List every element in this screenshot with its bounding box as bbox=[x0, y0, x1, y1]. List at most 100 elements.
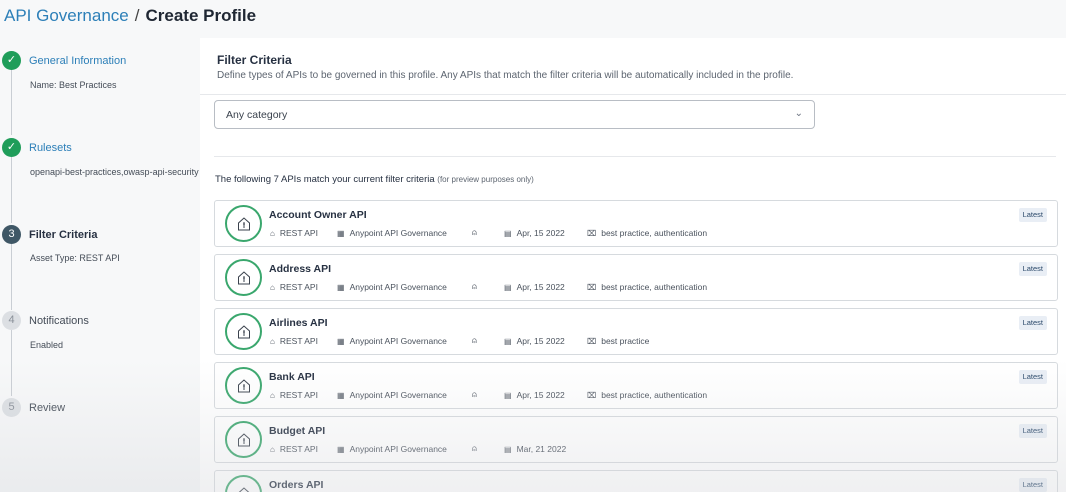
api-org: ▦ Anypoint API Governance bbox=[337, 282, 447, 292]
calendar-icon: ▤ bbox=[504, 444, 512, 454]
tag-icon: ⌧ bbox=[587, 282, 597, 292]
match-summary: The following 7 APIs match your current … bbox=[215, 174, 534, 185]
api-type-icon: ⌂ bbox=[270, 228, 275, 238]
step-4-summary: Enabled bbox=[30, 340, 64, 350]
step-5-number: 5 bbox=[2, 398, 21, 417]
latest-badge: Latest bbox=[1018, 370, 1047, 384]
api-type: ⌂ REST API bbox=[270, 390, 318, 400]
api-name[interactable]: Orders API bbox=[269, 479, 323, 491]
step-review[interactable]: Review bbox=[29, 402, 65, 414]
api-type: ⌂ REST API bbox=[270, 228, 318, 238]
step-connector bbox=[11, 244, 12, 310]
api-tags: ⌧ best practice, authentication bbox=[587, 390, 707, 400]
organization-icon: ▦ bbox=[337, 228, 345, 238]
api-type-icon: ⌂ bbox=[270, 336, 275, 346]
match-count-text: The following 7 APIs match your current … bbox=[215, 174, 435, 185]
organization-icon: ▦ bbox=[337, 444, 345, 454]
preview-note: (for preview purposes only) bbox=[437, 175, 534, 184]
tag-icon: ⌧ bbox=[587, 336, 597, 346]
api-date: ▤ Apr, 15 2022 bbox=[504, 336, 565, 346]
api-tags: ⌧ best practice bbox=[587, 336, 649, 346]
api-name[interactable]: Account Owner API bbox=[269, 209, 367, 221]
step-filter-criteria[interactable]: Filter Criteria bbox=[29, 229, 97, 241]
latest-badge: Latest bbox=[1018, 478, 1047, 492]
api-house-icon bbox=[225, 259, 262, 296]
owner-icon: ⍝ bbox=[472, 444, 482, 454]
api-date: ▤ Mar, 21 2022 bbox=[504, 444, 566, 454]
api-org: ▦ Anypoint API Governance bbox=[337, 444, 447, 454]
step-3-summary: Asset Type: REST API bbox=[30, 253, 120, 263]
tag-icon: ⌧ bbox=[587, 390, 597, 400]
calendar-icon: ▤ bbox=[504, 336, 512, 346]
step-1-check-icon: ✓ bbox=[2, 51, 21, 70]
user-icon: ⍝ bbox=[472, 390, 477, 399]
api-date-text: Apr, 15 2022 bbox=[516, 390, 565, 400]
latest-badge: Latest bbox=[1018, 424, 1047, 438]
api-name[interactable]: Budget API bbox=[269, 425, 325, 437]
api-type-text: REST API bbox=[279, 282, 318, 292]
category-dropdown[interactable]: Any category ⌄ bbox=[214, 100, 815, 129]
api-date: ▤ Apr, 15 2022 bbox=[504, 228, 565, 238]
api-org-text: Anypoint API Governance bbox=[349, 282, 447, 292]
api-tags-text: best practice, authentication bbox=[601, 282, 708, 292]
api-name[interactable]: Address API bbox=[269, 263, 331, 275]
section-header: Filter Criteria Define types of APIs to … bbox=[200, 38, 1066, 95]
step-2-summary: openapi-best-practices,owasp-api-securit… bbox=[30, 167, 199, 177]
owner-icon: ⍝ bbox=[472, 336, 482, 346]
step-rulesets[interactable]: Rulesets bbox=[29, 142, 72, 154]
section-title: Filter Criteria bbox=[217, 53, 292, 67]
tag-icon: ⌧ bbox=[587, 228, 597, 238]
api-house-icon bbox=[225, 367, 262, 404]
api-house-icon bbox=[225, 313, 262, 350]
step-general-information[interactable]: General Information bbox=[29, 55, 126, 67]
api-type: ⌂ REST API bbox=[270, 336, 318, 346]
api-card[interactable]: Orders API Latest bbox=[214, 470, 1058, 492]
user-icon: ⍝ bbox=[472, 282, 477, 291]
api-type-icon: ⌂ bbox=[270, 444, 275, 454]
api-org-text: Anypoint API Governance bbox=[349, 444, 447, 454]
page-header: API Governance / Create Profile bbox=[0, 0, 1066, 38]
latest-badge: Latest bbox=[1018, 208, 1047, 222]
section-description: Define types of APIs to be governed in t… bbox=[217, 70, 794, 81]
api-type-text: REST API bbox=[279, 336, 318, 346]
api-type-icon: ⌂ bbox=[270, 390, 275, 400]
calendar-icon: ▤ bbox=[504, 228, 512, 238]
api-name[interactable]: Bank API bbox=[269, 371, 315, 383]
api-type: ⌂ REST API bbox=[270, 444, 318, 454]
breadcrumb-api-governance-link[interactable]: API Governance bbox=[4, 6, 129, 25]
api-tags-text: best practice, authentication bbox=[601, 390, 708, 400]
owner-icon: ⍝ bbox=[472, 228, 482, 238]
calendar-icon: ▤ bbox=[504, 282, 512, 292]
user-icon: ⍝ bbox=[472, 444, 477, 453]
api-org: ▦ Anypoint API Governance bbox=[337, 390, 447, 400]
api-card[interactable]: Airlines API ⌂ REST API ▦ Anypoint API Gov… bbox=[214, 308, 1058, 355]
calendar-icon: ▤ bbox=[504, 390, 512, 400]
api-card[interactable]: Bank API ⌂ REST API ▦ Anypoint API Governa… bbox=[214, 362, 1058, 409]
api-card[interactable]: Address API ⌂ REST API ▦ Anypoint API Gove… bbox=[214, 254, 1058, 301]
organization-icon: ▦ bbox=[337, 282, 345, 292]
api-tags-text: best practice bbox=[601, 336, 650, 346]
filter-criteria-panel: Filter Criteria Define types of APIs to … bbox=[200, 38, 1066, 492]
api-date: ▤ Apr, 15 2022 bbox=[504, 390, 565, 400]
api-card[interactable]: Budget API ⌂ REST API ▦ Anypoint API Gover… bbox=[214, 416, 1058, 463]
owner-icon: ⍝ bbox=[472, 282, 482, 292]
api-org-text: Anypoint API Governance bbox=[349, 336, 447, 346]
api-org-text: Anypoint API Governance bbox=[349, 390, 447, 400]
api-tags: ⌧ best practice, authentication bbox=[587, 228, 707, 238]
api-date: ▤ Apr, 15 2022 bbox=[504, 282, 565, 292]
step-3-number: 3 bbox=[2, 225, 21, 244]
api-name[interactable]: Airlines API bbox=[269, 317, 328, 329]
api-house-icon bbox=[225, 421, 262, 458]
api-date-text: Apr, 15 2022 bbox=[516, 228, 565, 238]
breadcrumb: API Governance / Create Profile bbox=[4, 6, 256, 26]
user-icon: ⍝ bbox=[472, 228, 477, 237]
api-date-text: Apr, 15 2022 bbox=[516, 336, 565, 346]
api-org: ▦ Anypoint API Governance bbox=[337, 336, 447, 346]
owner-icon: ⍝ bbox=[472, 390, 482, 400]
api-type-text: REST API bbox=[279, 444, 318, 454]
api-card[interactable]: Account Owner API ⌂ REST API ▦ Anypoint AP… bbox=[214, 200, 1058, 247]
api-date-text: Apr, 15 2022 bbox=[516, 282, 565, 292]
step-2-check-icon: ✓ bbox=[2, 138, 21, 157]
organization-icon: ▦ bbox=[337, 390, 345, 400]
step-notifications[interactable]: Notifications bbox=[29, 315, 89, 327]
